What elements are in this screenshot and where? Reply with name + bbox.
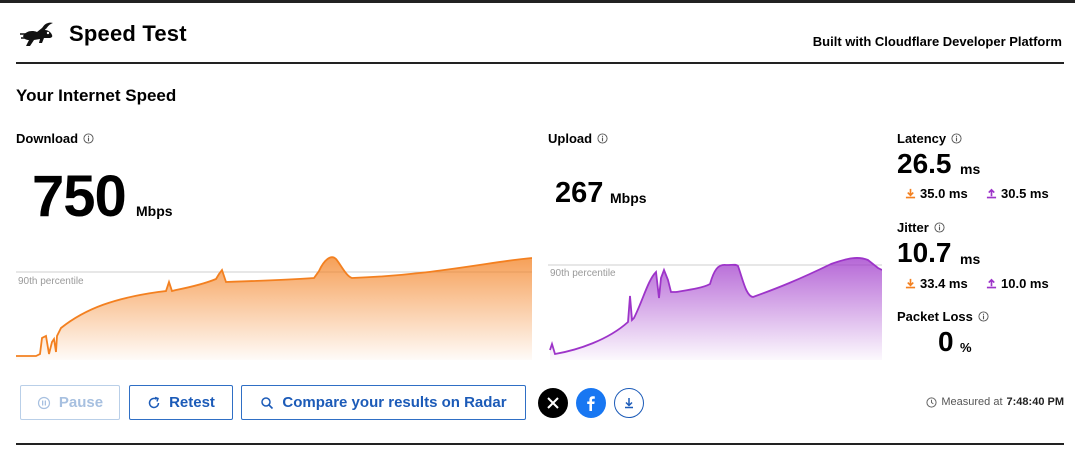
jitter-download-row: 33.4 ms: [905, 276, 968, 291]
retest-button[interactable]: Retest: [129, 385, 233, 420]
pause-icon: [37, 396, 50, 409]
pause-button-label: Pause: [58, 394, 104, 411]
download-icon: [625, 398, 633, 409]
download-unit: Mbps: [136, 203, 173, 219]
jitter-label-group: Jitter: [897, 220, 945, 235]
download-chart: 90th percentile: [16, 256, 532, 360]
upload-chart: 90th percentile: [548, 257, 882, 360]
facebook-icon: [587, 396, 595, 411]
latency-upload-row: 30.5 ms: [986, 186, 1049, 201]
search-icon: [261, 396, 274, 409]
packet-loss-value: 0: [938, 326, 954, 357]
built-with-link[interactable]: Built with Cloudflare Developer Platform: [813, 34, 1062, 49]
compare-radar-button-label: Compare your results on Radar: [282, 394, 507, 411]
retest-button-label: Retest: [169, 394, 215, 411]
section-title: Your Internet Speed: [16, 86, 177, 105]
download-label-group: Download: [16, 131, 94, 146]
upload-arrow-icon: [986, 278, 997, 289]
download-arrow-icon: [905, 278, 916, 289]
info-icon[interactable]: [597, 133, 608, 144]
app-header: Speed Test Built with Cloudflare Develop…: [16, 16, 1064, 62]
latency-download-row: 35.0 ms: [905, 186, 968, 201]
measured-at: Measured at 7:48:40 PM: [926, 396, 1064, 408]
jitter-unit: ms: [960, 251, 981, 267]
upload-label: Upload: [548, 131, 593, 146]
info-icon[interactable]: [83, 133, 94, 144]
jitter-download-value: 33.4 ms: [920, 276, 968, 291]
share-facebook-button[interactable]: [576, 388, 606, 418]
upload-percentile-label: 90th percentile: [550, 268, 616, 279]
jitter-label: Jitter: [897, 220, 929, 235]
packet-loss-label-group: Packet Loss: [897, 309, 989, 324]
footer-divider: [16, 443, 1064, 445]
measured-prefix: Measured at: [941, 396, 1003, 408]
latency-value: 26.5: [897, 148, 952, 179]
jitter-value: 10.7: [897, 237, 952, 268]
upload-label-group: Upload: [548, 131, 608, 146]
rabbit-icon: [20, 22, 53, 46]
download-label: Download: [16, 131, 79, 146]
app-title: Speed Test: [69, 21, 187, 46]
latency-unit: ms: [960, 161, 981, 177]
latency-upload-value: 30.5 ms: [1001, 186, 1049, 201]
packet-loss-unit: %: [960, 340, 972, 355]
upload-unit: Mbps: [610, 190, 647, 206]
upload-value: 267: [555, 177, 604, 209]
download-results-button[interactable]: [614, 388, 644, 418]
download-percentile-label: 90th percentile: [18, 276, 84, 287]
pause-button[interactable]: Pause: [20, 385, 120, 420]
latency-label: Latency: [897, 131, 947, 146]
jitter-upload-value: 10.0 ms: [1001, 276, 1049, 291]
share-x-button[interactable]: [538, 388, 568, 418]
info-icon[interactable]: [978, 311, 989, 322]
info-icon[interactable]: [934, 222, 945, 233]
download-arrow-icon: [905, 188, 916, 199]
measured-time: 7:48:40 PM: [1006, 396, 1064, 408]
download-value: 750: [32, 164, 127, 229]
info-icon[interactable]: [951, 133, 962, 144]
x-logo-icon: [547, 397, 559, 409]
clock-icon: [926, 396, 937, 408]
jitter-upload-row: 10.0 ms: [986, 276, 1049, 291]
header-divider: [16, 62, 1064, 64]
refresh-icon: [148, 396, 160, 408]
packet-loss-label: Packet Loss: [897, 309, 973, 324]
compare-radar-button[interactable]: Compare your results on Radar: [241, 385, 526, 420]
latency-download-value: 35.0 ms: [920, 186, 968, 201]
upload-arrow-icon: [986, 188, 997, 199]
latency-label-group: Latency: [897, 131, 962, 146]
top-border: [0, 0, 1075, 3]
